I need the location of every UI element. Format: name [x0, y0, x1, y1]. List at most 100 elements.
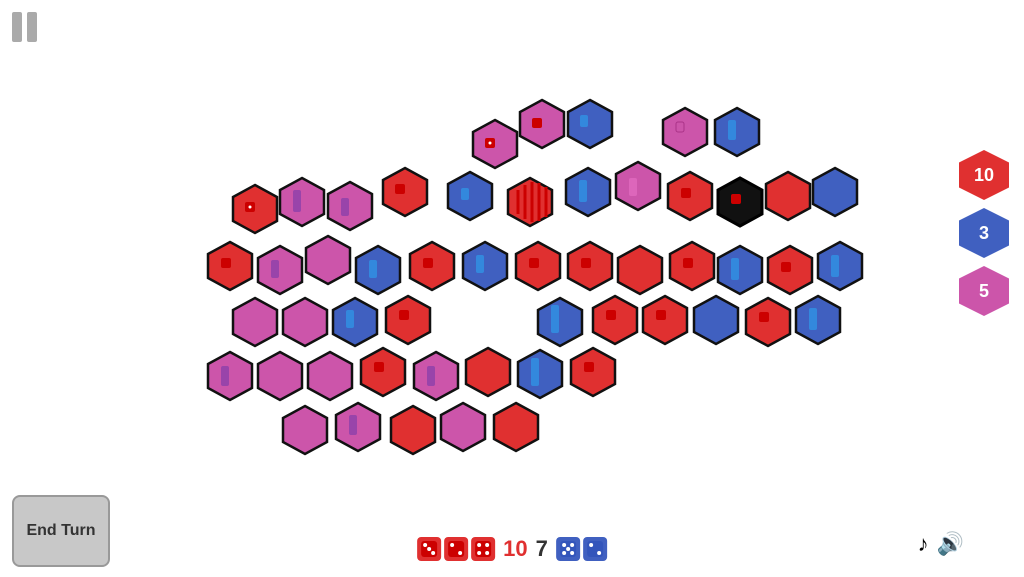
pink-count-row: 5 [959, 266, 1009, 316]
music-icon[interactable]: ♪ [918, 531, 929, 557]
hex-cell[interactable] [258, 352, 302, 400]
hex-cell[interactable] [258, 246, 302, 294]
tower [369, 260, 377, 278]
blue-die-1 [556, 537, 580, 561]
tower [293, 190, 301, 212]
die [374, 362, 384, 372]
hex-cell[interactable] [466, 348, 510, 396]
die [395, 184, 405, 194]
hex-cell[interactable] [283, 298, 327, 346]
blue-die-2 [583, 537, 607, 561]
side-hex-pink: 5 [959, 266, 1009, 316]
hex-cell[interactable] [308, 352, 352, 400]
tower [731, 258, 739, 280]
tower [427, 366, 435, 386]
hex-cell[interactable] [715, 108, 759, 156]
tower [221, 366, 229, 386]
hex-cell[interactable] [818, 242, 862, 290]
tower [728, 120, 736, 140]
game-board [80, 50, 910, 490]
tower [461, 188, 469, 200]
hex-cell[interactable] [280, 178, 324, 226]
tower [531, 358, 539, 386]
pause-button[interactable] [12, 12, 37, 42]
hex-cell[interactable] [571, 348, 615, 396]
blue-dice-group [556, 537, 607, 561]
hex-cell[interactable] [566, 168, 610, 216]
red-count-row: 10 [959, 150, 1009, 200]
tower [349, 415, 357, 435]
die [759, 312, 769, 322]
die-dot [489, 142, 492, 145]
hex-cell[interactable] [618, 246, 662, 294]
tower [476, 255, 484, 273]
hex-cell[interactable] [448, 172, 492, 220]
side-panel: 10 3 5 [959, 150, 1009, 316]
hex-cell[interactable] [494, 403, 538, 451]
hex-cell[interactable] [538, 298, 582, 346]
die [532, 118, 542, 128]
red-dice-group [417, 537, 495, 561]
hex-cell[interactable] [336, 403, 380, 451]
blue-count-row: 3 [959, 208, 1009, 258]
hex-cell[interactable] [414, 352, 458, 400]
tower [341, 198, 349, 216]
tower [580, 115, 588, 127]
tower [629, 178, 637, 196]
hex-cell[interactable] [391, 406, 435, 454]
hex-cell[interactable] [593, 296, 637, 344]
pause-bar-right [27, 12, 37, 42]
hex-cell[interactable] [333, 298, 377, 346]
hex-cell[interactable] [328, 182, 372, 230]
die [399, 310, 409, 320]
hex-cell[interactable] [813, 168, 857, 216]
hex-cell[interactable] [283, 406, 327, 454]
hex-cell[interactable] [694, 296, 738, 344]
hex-cell[interactable] [746, 298, 790, 346]
red-die-2 [444, 537, 468, 561]
side-hex-red: 10 [959, 150, 1009, 200]
hex-cell[interactable] [306, 236, 350, 284]
red-score: 10 [503, 536, 527, 562]
tower [271, 260, 279, 278]
die [681, 188, 691, 198]
hex-cell[interactable] [568, 100, 612, 148]
tower [579, 180, 587, 202]
speaker-icon[interactable]: 🔊 [937, 531, 964, 557]
tower [809, 308, 817, 330]
hex-cell[interactable] [463, 242, 507, 290]
hex-cell[interactable] [796, 296, 840, 344]
tower [831, 255, 839, 277]
tower [346, 310, 354, 328]
hex-cell[interactable] [663, 108, 707, 156]
die-dot [249, 206, 252, 209]
end-turn-label: End Turn [26, 521, 95, 540]
hex-cell[interactable] [233, 298, 277, 346]
score-separator: 7 [536, 536, 548, 562]
die [731, 194, 741, 204]
hex-cell[interactable] [356, 246, 400, 294]
hex-cell[interactable] [361, 348, 405, 396]
hex-cell[interactable] [386, 296, 430, 344]
sound-controls: ♪ 🔊 [918, 531, 964, 557]
die [584, 362, 594, 372]
tower [551, 305, 559, 333]
die [581, 258, 591, 268]
hex-cell[interactable] [208, 352, 252, 400]
die [221, 258, 231, 268]
end-turn-button[interactable]: End Turn [12, 495, 110, 567]
hex-cell[interactable] [441, 403, 485, 451]
die [656, 310, 666, 320]
die [683, 258, 693, 268]
hex-cell[interactable] [718, 246, 762, 294]
die [606, 310, 616, 320]
hex-cell[interactable] [766, 172, 810, 220]
hex-cell[interactable] [616, 162, 660, 210]
pause-bar-left [12, 12, 22, 42]
hex-cell[interactable] [518, 350, 562, 398]
die [529, 258, 539, 268]
red-die-3 [471, 537, 495, 561]
hex-cell[interactable] [643, 296, 687, 344]
side-hex-blue: 3 [959, 208, 1009, 258]
die [423, 258, 433, 268]
